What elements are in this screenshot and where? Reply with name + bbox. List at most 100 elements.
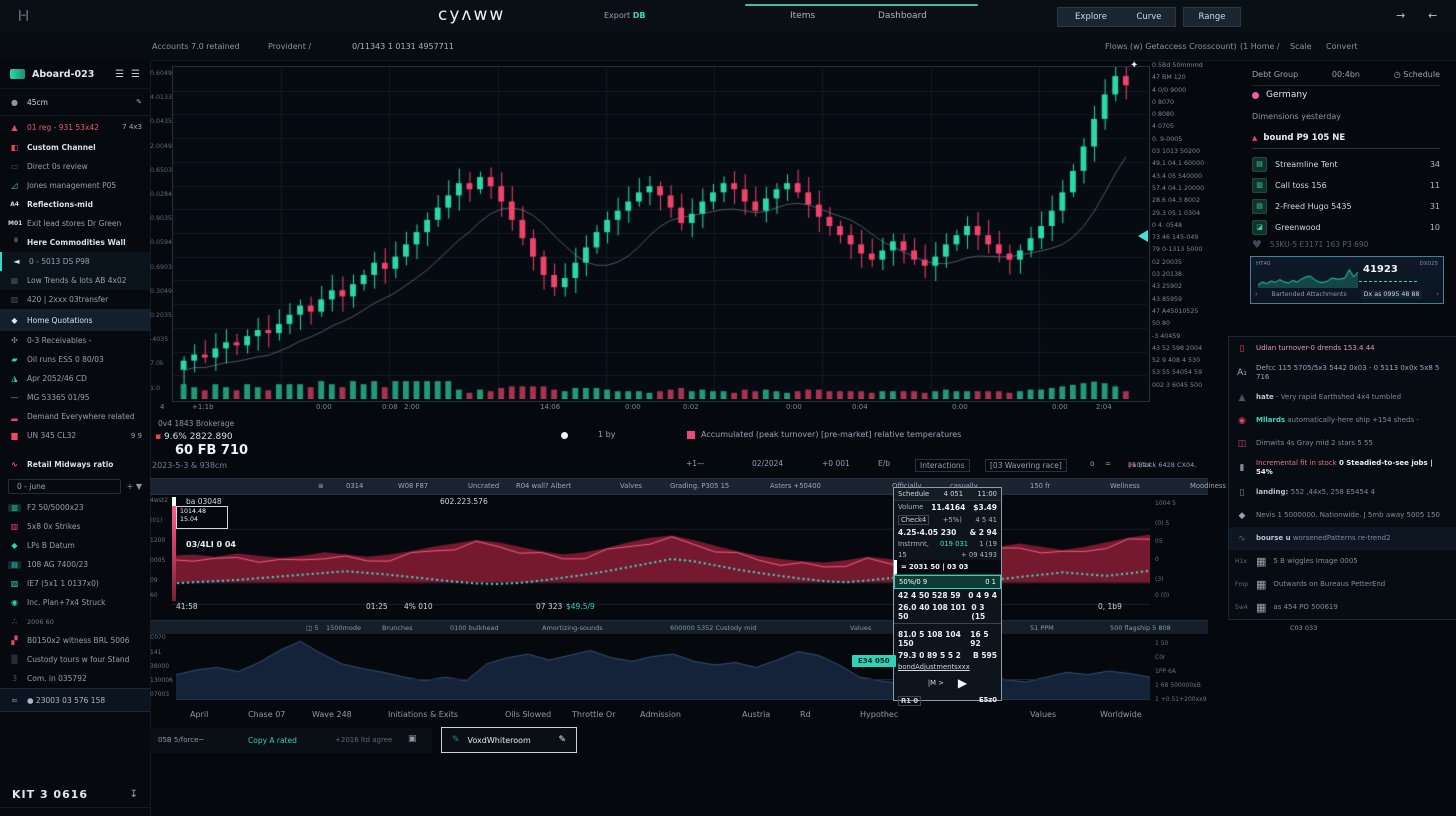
tab-item[interactable]: C03 033 — [1290, 624, 1317, 632]
legend-dot-icon[interactable] — [561, 432, 568, 439]
popup-r[interactable]: 26.0 40 108 101 500 3 (15 — [894, 601, 1001, 622]
range-button[interactable]: Range — [1183, 7, 1241, 27]
edit-pencil-icon[interactable]: ✎ — [558, 735, 566, 745]
tab-item[interactable]: ≣ — [318, 482, 324, 490]
tab-item[interactable]: 1500mode — [326, 624, 361, 632]
sidebar-item[interactable]: ▞B0150x2 witness BRL 5006 — [0, 631, 150, 650]
range-date[interactable]: 02/2024 — [752, 459, 783, 468]
menu-icon-2[interactable]: ☰ — [131, 69, 140, 80]
sidebar-item[interactable]: ◮Apr 2052/46 CD — [0, 369, 150, 388]
range-handle[interactable]: +1— — [686, 459, 705, 468]
popup-play[interactable]: |M >▶ — [894, 673, 1001, 693]
tab-item[interactable]: ◫ 5 — [306, 624, 318, 632]
news-item[interactable]: ▯landing: 552 ,44x5, 258 E5454 4 — [1229, 481, 1456, 504]
favorite-row[interactable]: ♥ 53KU-5 E3171 163 P3 690 — [1252, 238, 1368, 251]
highlight-chip[interactable]: E34 050 — [852, 655, 896, 667]
card-prev-icon[interactable]: ‹ — [1255, 291, 1258, 298]
popup-foot[interactable]: R1 0E5z0 — [894, 693, 1001, 709]
sidebar-item[interactable]: ▰Oil runs ESS 0 80/03 — [0, 350, 150, 369]
tab-item[interactable]: W08 F87 — [398, 482, 428, 490]
popup-r[interactable]: Volume11.4164$3.49 — [894, 501, 1001, 513]
news-item[interactable]: ◆Nevis 1 5000000. Nationwide. J 5mb away… — [1229, 504, 1456, 527]
news-item[interactable]: ▮Incremental fit in stock 0 Steadied-to-… — [1229, 455, 1456, 481]
tab-item[interactable]: Uncrated — [468, 482, 499, 490]
tab-item[interactable]: Grading. P305 15 — [670, 482, 729, 490]
sidebar-item[interactable]: ◉Inc. Plan+7x4 Struck — [0, 593, 150, 612]
sidebar-item[interactable]: ∴2006 60 — [0, 612, 150, 631]
play-icon[interactable]: ▶ — [958, 676, 967, 690]
filter-icons[interactable]: + ▼ — [127, 482, 142, 491]
news-item[interactable]: ◉Mllards automatically-here ship +154 sh… — [1229, 409, 1456, 432]
sidebar-item[interactable]: —MG 53365 01/95 — [0, 388, 150, 407]
sidebar-item[interactable]: ▤108 AG 7400/23 — [0, 555, 150, 574]
crosshair-icon[interactable]: ✦ — [1130, 60, 1138, 71]
breadcrumb-provident[interactable]: Provident / — [268, 42, 311, 51]
tab-item[interactable]: 500 flagship 5 808 — [1110, 624, 1171, 632]
flows-label[interactable]: Flows (w) Getaccess Crosscount) — [1105, 42, 1237, 51]
sidebar-item[interactable]: ▲01 reg - 931 53x427 4x3 — [0, 116, 150, 138]
tab-item[interactable]: Brunches — [382, 624, 412, 632]
tab-item[interactable]: 0314 — [346, 482, 363, 490]
sidebar-item[interactable]: ▝Here Commodities Wall — [0, 233, 150, 252]
sidebar-item[interactable]: ▆UN 345 CL329 9 — [0, 426, 150, 445]
sidebar-item[interactable]: ▨420 | 2xxx 03transfer — [0, 290, 150, 309]
popup-r[interactable]: 81.0 5 108 104 15016 5 92 — [894, 628, 1001, 649]
download-icon[interactable]: ↧ — [130, 789, 138, 800]
sidebar-item[interactable]: ✣0-3 Receivables - — [0, 331, 150, 350]
watchlist-item[interactable]: ◪Greenwood10 — [1252, 217, 1440, 238]
watchlist-item[interactable]: ▥Call toss 15611 — [1252, 175, 1440, 196]
keyboard-icon[interactable]: ▣ — [408, 734, 417, 744]
back-arrow-icon[interactable]: ← — [1428, 9, 1437, 22]
watchlist-section[interactable]: ▲ bound P9 105 NE — [1252, 133, 1440, 149]
equals-icon[interactable]: = — [1105, 459, 1111, 468]
breadcrumb-accounts[interactable]: Accounts 7.0 retained — [152, 42, 240, 51]
forward-arrow-icon[interactable]: → — [1396, 9, 1405, 22]
news-item[interactable]: ∿bourse u worsenedPatterns re-trend2 — [1229, 527, 1456, 550]
wavering-cell[interactable]: [03 Wavering race] — [985, 459, 1067, 472]
tab-item[interactable]: Moodiness — [1190, 482, 1226, 490]
sidebar-item[interactable]: A4Reflections-mid — [0, 195, 150, 214]
tab-item[interactable]: Valves — [620, 482, 642, 490]
country-row[interactable]: Germany — [1252, 90, 1307, 100]
popup-link[interactable]: bondAdjustmentsxxx — [894, 661, 1001, 673]
curve-button[interactable]: Curve — [1123, 7, 1176, 27]
sidebar-item[interactable]: ▂Demand Everywhere related — [0, 407, 150, 426]
news-item[interactable]: H1x▦5 B wiggles Image 0005 — [1229, 550, 1456, 573]
sidebar-item[interactable]: 3Com. in 035792 — [0, 669, 150, 688]
tab-item[interactable]: Amortizing-sounds — [542, 624, 603, 632]
convert-label[interactable]: Convert — [1326, 42, 1358, 51]
home-label[interactable]: (1 Home / — [1240, 42, 1280, 51]
popup-r[interactable]: 42 4 50 528 590 4 9 4 — [894, 589, 1001, 601]
o-icon[interactable]: o — [1090, 459, 1095, 468]
nav-items[interactable]: Items — [790, 11, 815, 21]
news-item[interactable]: Fmp▦Outwards on Bureaus PetterEnd — [1229, 573, 1456, 596]
watchlist-item[interactable]: ▤2-Freed Hugo 543531 — [1252, 196, 1440, 217]
indicator-band-chart[interactable] — [172, 493, 1150, 605]
news-item[interactable]: ▲hate - Very rapid Earthshed 4x4 tumbled — [1229, 386, 1456, 409]
tab-item[interactable]: 51 PPM — [1030, 624, 1054, 632]
sidebar-item[interactable]: ◄0 - 5013 DS P98 — [0, 252, 150, 271]
news-item[interactable]: 5w4▦as 454 PO 500619 — [1229, 596, 1456, 619]
volume-area-chart[interactable] — [176, 633, 1150, 699]
card-next-icon[interactable]: › — [1436, 291, 1439, 298]
tab-item[interactable]: Asters +50400 — [770, 482, 821, 490]
tab-item[interactable]: 0100 bulkhead — [450, 624, 499, 632]
sidebar-item[interactable]: ▭Direct 0s review — [0, 157, 150, 176]
popup-r[interactable]: Instrmnt,019 0311 (19 — [894, 538, 1001, 549]
nav-dashboard[interactable]: Dashboard — [878, 11, 927, 21]
popup-r[interactable]: 15+ 09 4193 — [894, 549, 1001, 560]
popup-input[interactable]: = 2031 50 | 03 03 — [894, 560, 1001, 575]
sidebar-item[interactable]: ◆Home Quotations — [0, 309, 150, 331]
popup-sel[interactable]: 50%/0 90 1 — [894, 575, 1001, 589]
filter-input[interactable]: 0 - june — [8, 479, 121, 494]
sidebar-item[interactable]: ◧Custom Channel — [0, 138, 150, 157]
menu-icon[interactable]: ☰ — [115, 69, 124, 80]
tab-item[interactable]: 150 fr — [1030, 482, 1050, 490]
sidebar-item[interactable]: M01Exit lead stores Dr Green — [0, 214, 150, 233]
popup-r[interactable]: 4.25-4.05 230& 2 94 — [894, 526, 1001, 538]
news-item[interactable]: A₁Defcc 115 5705/5x3 5442 0x03 - 0 5113 … — [1229, 360, 1456, 386]
main-candlestick-chart[interactable] — [173, 67, 1147, 399]
news-item[interactable]: ◫Dimwits 4s Gray mid 2 stars 5 55 — [1229, 432, 1456, 455]
popup-r[interactable]: 79.3 0 89 5 5 2B 595 — [894, 649, 1001, 661]
interactions-cell[interactable]: Interactions — [915, 459, 970, 472]
